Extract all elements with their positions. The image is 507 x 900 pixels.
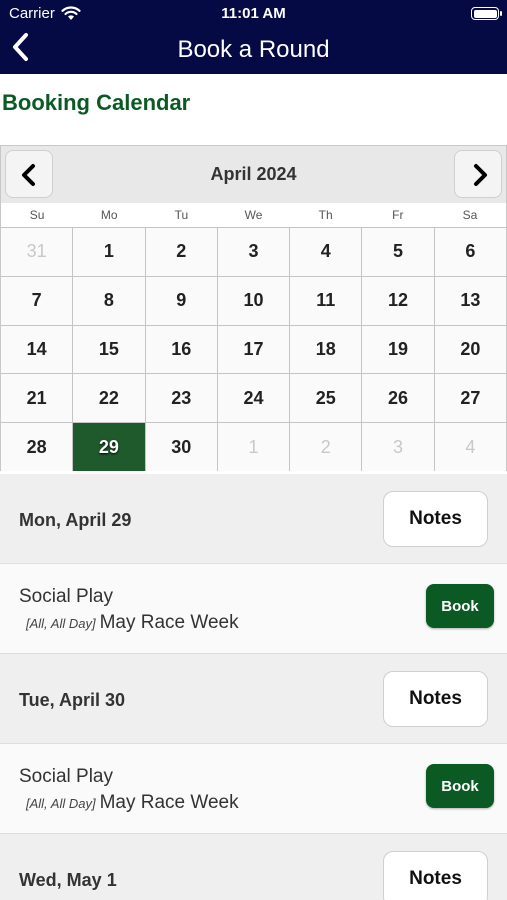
calendar-day[interactable]: 11 xyxy=(290,276,362,325)
calendar-day[interactable]: 3 xyxy=(217,228,290,276)
calendar-day[interactable]: 21 xyxy=(1,374,73,423)
weekday-label: Mo xyxy=(100,208,118,222)
calendar-day[interactable]: 4 xyxy=(290,228,362,276)
event-time-tag: [All, All Day] xyxy=(26,616,96,631)
event-name: Social Play xyxy=(19,586,113,607)
status-bar: Carrier 11:01 AM xyxy=(0,0,507,28)
weekday-label: Tu xyxy=(174,208,189,222)
calendar-day[interactable]: 24 xyxy=(217,374,290,423)
calendar-day[interactable]: 5 xyxy=(362,228,434,276)
calendar-day[interactable]: 1 xyxy=(73,228,145,276)
date-header-row: Wed, May 1 Notes xyxy=(0,834,507,900)
date-label: Mon, April 29 xyxy=(19,510,132,530)
event-subtitle: May Race Week xyxy=(99,612,239,633)
calendar-day[interactable]: 12 xyxy=(362,276,434,325)
notes-button[interactable]: Notes xyxy=(383,851,488,900)
calendar-day[interactable]: 19 xyxy=(362,325,434,374)
calendar-day[interactable]: 30 xyxy=(145,423,217,471)
event-subtitle: May Race Week xyxy=(99,792,239,813)
date-label: Tue, April 30 xyxy=(19,690,126,710)
booking-calendar-heading: Booking Calendar xyxy=(2,90,191,115)
calendar-day[interactable]: 23 xyxy=(145,374,217,423)
event-row: Social Play [All, All Day] May Race Week … xyxy=(0,564,507,654)
calendar: April 2024 Su Mo Tu We Th Fr Sa 31 1 2 3… xyxy=(0,145,507,471)
weekday-label: Su xyxy=(29,208,45,222)
date-label: Wed, May 1 xyxy=(19,870,117,890)
date-header-row: Mon, April 29 Notes xyxy=(0,474,507,564)
calendar-day[interactable]: 26 xyxy=(362,374,434,423)
calendar-day[interactable]: 22 xyxy=(73,374,145,423)
page-title: Book a Round xyxy=(177,36,330,63)
book-button[interactable]: Book xyxy=(426,584,494,628)
calendar-day-outside-month: 3 xyxy=(362,423,434,471)
calendar-day[interactable]: 8 xyxy=(73,276,145,325)
calendar-day[interactable]: 18 xyxy=(290,325,362,374)
calendar-day[interactable]: 14 xyxy=(1,325,73,374)
weekday-label: Fr xyxy=(392,208,404,222)
weekday-label: Sa xyxy=(462,208,478,222)
date-header-row: Tue, April 30 Notes xyxy=(0,654,507,744)
calendar-day[interactable]: 27 xyxy=(434,374,506,423)
event-name: Social Play xyxy=(19,766,113,787)
calendar-day-outside-month: 1 xyxy=(217,423,290,471)
notes-button[interactable]: Notes xyxy=(383,491,488,547)
event-time-tag: [All, All Day] xyxy=(26,796,96,811)
calendar-day[interactable]: 6 xyxy=(434,228,506,276)
notes-button[interactable]: Notes xyxy=(383,671,488,727)
calendar-grid: 31 1 2 3 4 5 6 7 8 9 10 11 12 13 14 15 1… xyxy=(1,227,506,471)
calendar-day-outside-month: 31 xyxy=(1,228,73,276)
event-meta: [All, All Day] May Race Week xyxy=(26,792,239,814)
calendar-day[interactable]: 25 xyxy=(290,374,362,423)
calendar-header: April 2024 xyxy=(1,146,506,203)
calendar-day-outside-month: 4 xyxy=(434,423,506,471)
clock: 11:01 AM xyxy=(221,5,286,22)
next-month-button[interactable] xyxy=(454,150,502,198)
chevron-right-icon xyxy=(474,164,487,186)
calendar-day[interactable]: 7 xyxy=(1,276,73,325)
event-row: Social Play [All, All Day] May Race Week … xyxy=(0,744,507,834)
calendar-day[interactable]: 2 xyxy=(145,228,217,276)
navigation-bar: Carrier 11:01 AM Book a Round xyxy=(0,0,507,74)
calendar-day-outside-month: 2 xyxy=(290,423,362,471)
event-meta: [All, All Day] May Race Week xyxy=(26,612,239,634)
calendar-day[interactable]: 20 xyxy=(434,325,506,374)
month-label: April 2024 xyxy=(210,164,297,184)
weekday-label: We xyxy=(244,208,263,222)
calendar-day[interactable]: 17 xyxy=(217,325,290,374)
battery-icon xyxy=(471,7,502,20)
calendar-day[interactable]: 28 xyxy=(1,423,73,471)
calendar-day[interactable]: 16 xyxy=(145,325,217,374)
weekday-header: Su Mo Tu We Th Fr Sa xyxy=(1,203,506,227)
weekday-label: Th xyxy=(318,208,333,222)
calendar-day[interactable]: 15 xyxy=(73,325,145,374)
calendar-day-selected[interactable]: 29 xyxy=(73,423,145,471)
calendar-day[interactable]: 13 xyxy=(434,276,506,325)
book-button[interactable]: Book xyxy=(426,764,494,808)
calendar-day[interactable]: 10 xyxy=(217,276,290,325)
calendar-day[interactable]: 9 xyxy=(145,276,217,325)
